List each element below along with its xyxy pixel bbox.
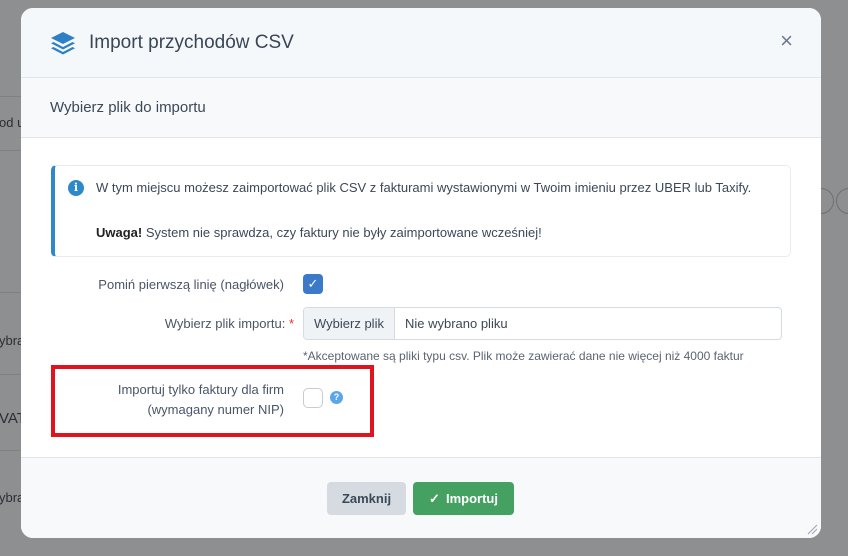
- modal-footer: Zamknij ✓ Importuj: [21, 457, 821, 538]
- import-button-label: Importuj: [445, 491, 498, 506]
- background-divider: [0, 374, 21, 375]
- import-modal: Import przychodów CSV × Wybierz plik do …: [21, 8, 821, 538]
- firms-only-label: Importuj tylko faktury dla firm (wymagan…: [118, 380, 284, 420]
- file-hint: *Akceptowane są pliki typu csv. Plik moż…: [303, 349, 744, 363]
- check-icon: ✓: [429, 490, 440, 506]
- background-divider: [0, 150, 21, 151]
- help-icon[interactable]: ?: [330, 391, 343, 404]
- background-divider: [0, 292, 21, 293]
- info-alert: i W tym miejscu możesz zaimportować plik…: [51, 165, 791, 257]
- resize-grip-icon[interactable]: [806, 523, 818, 535]
- modal-header: Import przychodów CSV ×: [21, 8, 821, 78]
- close-icon[interactable]: ×: [780, 30, 793, 52]
- modal-title: Import przychodów CSV: [89, 31, 294, 53]
- file-label-text: Wybierz plik importu:: [164, 316, 286, 331]
- file-input[interactable]: Wybierz plik Nie wybrano pliku: [303, 307, 782, 340]
- warning-label: Uwaga!: [96, 225, 143, 240]
- info-text: W tym miejscu możesz zaimportować plik C…: [96, 180, 752, 195]
- warning-text: Uwaga! System nie sprawdza, czy faktury …: [96, 225, 542, 240]
- skip-header-checkbox[interactable]: ✓: [303, 274, 323, 294]
- choose-file-button[interactable]: Wybierz plik: [304, 308, 395, 339]
- background-nav-button: [836, 188, 848, 214]
- background-divider: [0, 96, 21, 97]
- firms-only-checkbox[interactable]: [303, 388, 323, 408]
- layers-icon: [51, 31, 75, 54]
- close-button[interactable]: Zamknij: [327, 482, 406, 515]
- required-mark: *: [288, 316, 294, 331]
- import-button[interactable]: ✓ Importuj: [413, 482, 514, 515]
- file-label: Wybierz plik importu: *: [165, 316, 294, 331]
- background-divider: [0, 450, 21, 451]
- info-icon: i: [68, 180, 84, 196]
- firms-only-label-line1: Importuj tylko faktury dla firm: [117, 382, 284, 397]
- firms-only-label-line2: (wymagany numer NIP): [147, 402, 284, 417]
- skip-header-label: Pomiń pierwszą linię (nagłówek): [98, 277, 284, 292]
- file-name-display: Nie wybrano pliku: [404, 316, 508, 331]
- warning-message: System nie sprawdza, czy faktury nie był…: [142, 225, 542, 240]
- section-title: Wybierz plik do importu: [21, 78, 821, 138]
